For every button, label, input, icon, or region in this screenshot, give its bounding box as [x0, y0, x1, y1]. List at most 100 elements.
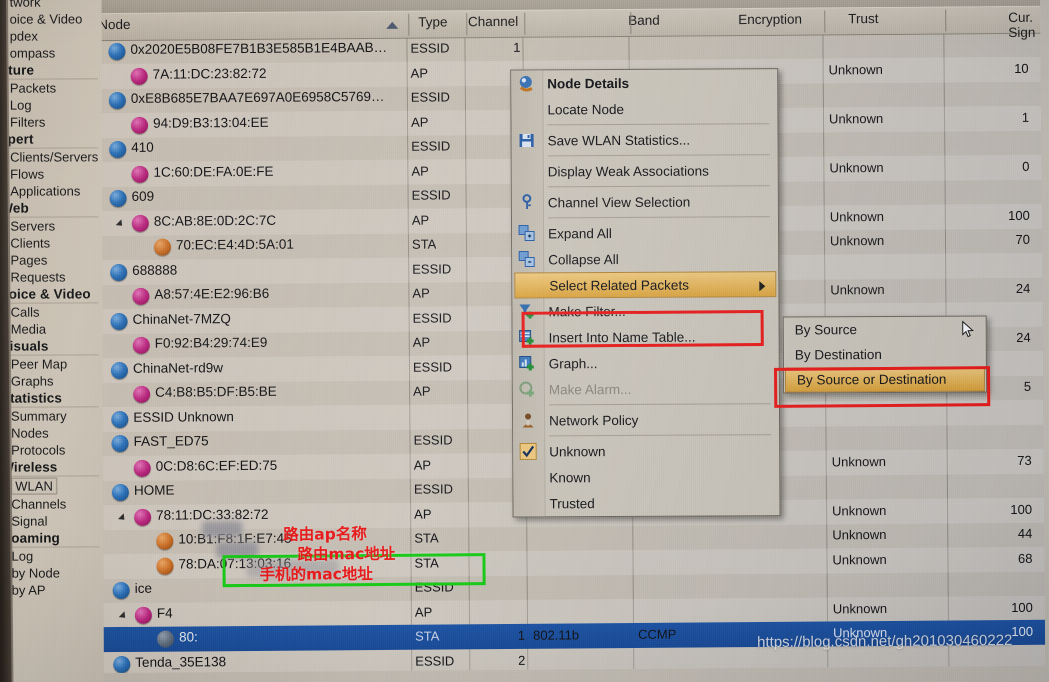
sidebar-item-signal[interactable]: Signal: [0, 512, 103, 529]
screen-photo: twork oice & Video pdex ompass pture Packets L…: [0, 0, 1049, 682]
cell-node: ESSID Unknown: [133, 408, 234, 425]
column-resize-handle[interactable]: [630, 11, 632, 34]
sidebar-item-by-ap[interactable]: by AP: [0, 581, 104, 598]
cell-node: 609: [131, 188, 155, 204]
essid-node-icon: [110, 312, 128, 330]
sidebar-item-filters[interactable]: Filters: [0, 113, 102, 130]
column-header-signal[interactable]: Cur. Sign: [1008, 10, 1040, 40]
sidebar-item-packets[interactable]: Packets: [0, 79, 102, 96]
sidebar-item-pages[interactable]: Pages: [0, 251, 102, 268]
cell-type: ESSID: [410, 40, 450, 56]
sidebar-item-flows[interactable]: Flows: [0, 165, 102, 182]
sidebar-item-nodes[interactable]: Nodes: [0, 424, 103, 441]
sidebar-item-protocols[interactable]: Protocols: [0, 441, 103, 458]
sidebar-item-ompass[interactable]: ompass: [0, 44, 102, 61]
sidebar-item-media[interactable]: Media: [0, 320, 103, 337]
column-resize-handle[interactable]: [408, 13, 410, 36]
sidebar-item-summary[interactable]: Summary: [0, 407, 103, 424]
cell-signal: 68: [1017, 550, 1033, 566]
column-header-type[interactable]: Type: [418, 14, 447, 29]
cell-type: AP: [410, 114, 429, 130]
column-resize-handle[interactable]: [524, 12, 526, 35]
sidebar-item-graphs[interactable]: Graphs: [0, 372, 103, 389]
expand-all-icon: [518, 224, 536, 242]
column-header-band[interactable]: Band: [628, 13, 660, 28]
graph-icon: [519, 354, 537, 372]
cell-node: F0:92:B4:29:74:E9: [154, 334, 268, 351]
menu-item-label: Insert Into Name Table...: [548, 329, 696, 345]
sidebar-item-calls[interactable]: Calls: [0, 303, 103, 320]
sidebar-item-pdex[interactable]: pdex: [0, 27, 102, 44]
menu-item-label: Display Weak Associations: [547, 163, 709, 179]
menu-item-expand-all[interactable]: Expand All: [512, 219, 778, 246]
submenu-item-by-destination[interactable]: By Destination: [784, 341, 986, 367]
menu-item-label: Collapse All: [548, 251, 619, 267]
cell-signal: [950, 256, 1030, 257]
cell-signal: [949, 134, 1029, 135]
menu-item-make-filter[interactable]: Make Filter...: [512, 297, 778, 324]
menu-item-save-wlan-statistics[interactable]: Save WLAN Statistics...: [512, 126, 778, 153]
sidebar-item-wlan[interactable]: WLAN: [0, 476, 103, 495]
menu-item-channel-view-selection[interactable]: Channel View Selection: [512, 188, 778, 215]
cell-signal: 24: [1015, 280, 1031, 296]
cell-type: AP: [410, 65, 429, 81]
node-context-menu[interactable]: Node Details Locate Node Save WLAN Statist…: [510, 68, 781, 518]
cell-type: ESSID: [414, 579, 454, 595]
menu-item-select-related-packets[interactable]: Select Related Packets: [514, 271, 777, 299]
navigation-sidebar[interactable]: twork oice & Video pdex ompass pture Packets L…: [0, 0, 104, 682]
cell-type: AP: [411, 163, 429, 179]
cell-trust: Unknown: [828, 61, 883, 77]
menu-item-collapse-all[interactable]: Collapse All: [512, 245, 778, 272]
sidebar-item-peer-map[interactable]: Peer Map: [0, 355, 103, 372]
essid-node-icon: [109, 189, 127, 208]
column-resize-handle[interactable]: [824, 10, 826, 33]
sidebar-item-twork[interactable]: twork: [0, 0, 102, 11]
sidebar-item-clients-servers[interactable]: Clients/Servers: [0, 148, 102, 165]
column-header-encryption[interactable]: Encryption: [738, 12, 802, 28]
cell-type: ESSID: [411, 138, 451, 154]
menu-item-insert-into-name-table[interactable]: Insert Into Name Table...: [513, 323, 779, 350]
menu-item-make-alarm[interactable]: Make Alarm...: [513, 375, 779, 402]
menu-item-display-weak-associations[interactable]: Display Weak Associations: [512, 157, 778, 184]
column-header-trust[interactable]: Trust: [848, 11, 878, 26]
menu-item-label: Unknown: [549, 443, 606, 459]
submenu-item-by-source-or-destination[interactable]: By Source or Destination: [784, 320, 986, 393]
sidebar-item-requests[interactable]: Requests: [0, 268, 103, 285]
column-resize-handle[interactable]: [945, 9, 947, 32]
select-related-packets-submenu[interactable]: By Source By Destination By Source or Dest…: [782, 315, 988, 394]
sta-node-icon: [153, 238, 172, 256]
sidebar-item-channels[interactable]: Channels: [0, 495, 103, 512]
menu-item-unknown[interactable]: Unknown: [513, 437, 779, 464]
menu-item-graph[interactable]: Graph...: [513, 349, 779, 376]
menu-separator: [547, 185, 770, 188]
sidebar-item-log[interactable]: Log: [0, 96, 102, 113]
sidebar-item-log[interactable]: Log: [0, 547, 104, 564]
cell-signal: 0: [1022, 158, 1030, 174]
menu-item-node-details[interactable]: Node Details: [511, 69, 777, 96]
menu-item-known[interactable]: Known: [513, 463, 779, 490]
tree-expand-icon[interactable]: [115, 218, 125, 229]
cell-trust: Unknown: [831, 453, 886, 469]
sidebar-item-clients[interactable]: Clients: [0, 234, 102, 251]
menu-item-trusted[interactable]: Trusted: [513, 489, 779, 516]
cell-trust: Unknown: [829, 208, 885, 224]
cell-type: ESSID: [413, 432, 453, 448]
sidebar-item-applications[interactable]: Applications: [0, 182, 102, 199]
sidebar-group-visuals: Visuals: [0, 337, 99, 356]
tree-expand-icon[interactable]: [118, 610, 128, 621]
menu-item-locate-node[interactable]: Locate Node: [511, 95, 777, 122]
cell-node: 8C:AB:8E:0D:2C:7C: [153, 212, 277, 229]
tree-expand-icon[interactable]: [118, 512, 128, 523]
submenu-item-by-source[interactable]: By Source: [784, 316, 986, 342]
ap-node-icon: [131, 214, 149, 232]
column-resize-handle[interactable]: [466, 13, 468, 36]
menu-item-network-policy[interactable]: Network Policy: [513, 406, 779, 433]
column-header-node[interactable]: Node: [98, 17, 130, 32]
sidebar-item-servers[interactable]: Servers: [0, 217, 102, 234]
cell-node: F4: [156, 605, 173, 621]
sta-node-icon: [156, 557, 174, 575]
cell-signal: 70: [1015, 231, 1031, 247]
column-header-channel[interactable]: Channel: [466, 14, 518, 29]
sidebar-item-oice-video[interactable]: oice & Video: [0, 10, 102, 27]
sidebar-item-by-node[interactable]: by Node: [0, 564, 104, 581]
